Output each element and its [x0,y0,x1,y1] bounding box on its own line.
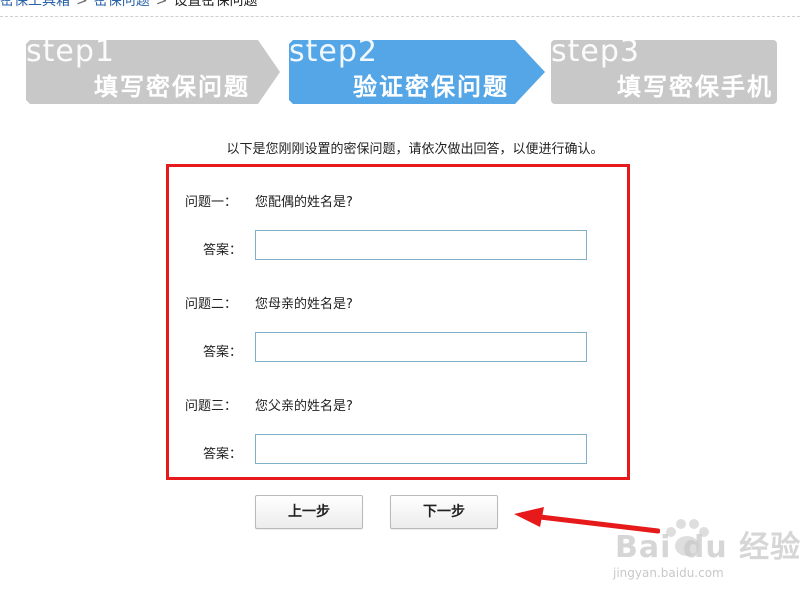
step-progress: step1 填写密保问题 step2 验证密保问题 step3 填写密保手机 [0,0,800,120]
question-3-text: 您父亲的姓名是? [255,399,353,414]
answer-3-label: 答案： [203,447,243,462]
answer-1-label: 答案： [203,243,243,258]
answer-2-input[interactable] [255,332,587,362]
step-2-title: 验证密保问题 [353,73,509,101]
question-1-text: 您配偶的姓名是? [255,195,353,210]
watermark-brand: Bai du 经验 [615,530,800,565]
instruction-text: 以下是您刚刚设置的密保问题，请依次做出回答，以便进行确认。 [226,142,604,157]
step-1-number: step1 [26,34,115,69]
question-3: 问题三： 您父亲的姓名是? [185,395,353,414]
answer-3-input[interactable] [255,434,587,464]
watermark: Bai du 经验 jingyan.baidu.com [605,512,800,600]
question-1: 问题一： 您配偶的姓名是? [185,191,353,210]
prev-step-button[interactable]: 上一步 [255,495,363,529]
question-3-prefix: 问题三： [185,399,238,414]
question-2-prefix: 问题二： [185,297,238,312]
question-2-text: 您母亲的姓名是? [255,297,353,312]
question-2: 问题二： 您母亲的姓名是? [185,293,353,312]
next-step-button[interactable]: 下一步 [390,495,498,529]
security-questions-box: 问题一： 您配偶的姓名是? 答案： 问题二： 您母亲的姓名是? 答案： 问题三： 您父… [166,164,630,480]
step-1: step1 填写密保问题 [26,34,280,104]
step-3: step3 填写密保手机 [551,34,777,104]
answer-1-input[interactable] [255,230,587,260]
step-3-title: 填写密保手机 [617,73,773,101]
step-2-number: step2 [289,34,378,69]
step-2: step2 验证密保问题 [289,34,545,104]
answer-2-label: 答案： [203,345,243,360]
step-3-number: step3 [551,34,640,69]
watermark-url: jingyan.baidu.com [613,566,724,580]
question-1-prefix: 问题一： [185,195,238,210]
step-1-title: 填写密保问题 [94,73,250,101]
